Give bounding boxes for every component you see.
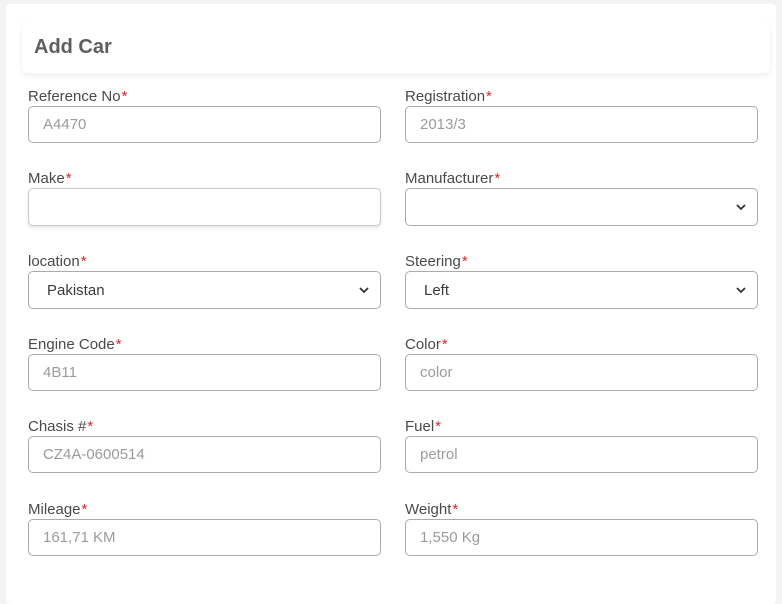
chevron-down-icon <box>736 287 746 294</box>
mileage-label: Mileage* <box>28 501 88 518</box>
reference-no-field: Reference No* A4470 <box>28 87 381 143</box>
color-input[interactable]: color <box>405 354 758 391</box>
weight-placeholder: 1,550 Kg <box>420 529 481 546</box>
reference-no-input[interactable]: A4470 <box>28 106 381 143</box>
location-selected-value: Pakistan <box>47 281 105 299</box>
engine-code-label: Engine Code* <box>28 336 122 353</box>
chasis-placeholder: CZ4A-0600514 <box>43 446 145 463</box>
manufacturer-label: Manufacturer* <box>405 170 501 187</box>
manufacturer-field: Manufacturer* <box>405 169 758 226</box>
chevron-down-icon <box>359 287 369 294</box>
color-label: Color* <box>405 336 448 353</box>
reference-no-label: Reference No* <box>28 88 128 105</box>
engine-code-field: Engine Code* 4B11 <box>28 335 381 391</box>
location-label: location* <box>28 253 87 270</box>
color-placeholder: color <box>420 364 453 381</box>
mileage-field: Mileage* 161,71 KM <box>28 500 381 556</box>
location-field: location* Pakistan <box>28 252 381 309</box>
registration-placeholder: 2013/3 <box>420 116 466 133</box>
weight-field: Weight* 1,550 Kg <box>405 500 758 556</box>
reference-no-placeholder: A4470 <box>43 116 87 133</box>
make-field: Make* <box>28 169 381 226</box>
make-input[interactable] <box>28 188 381 226</box>
chasis-input[interactable]: CZ4A-0600514 <box>28 436 381 473</box>
chevron-down-icon <box>736 204 746 211</box>
chasis-label: Chasis #* <box>28 418 94 435</box>
fuel-field: Fuel* petrol <box>405 417 758 473</box>
steering-select[interactable]: Left <box>405 271 758 309</box>
chasis-field: Chasis #* CZ4A-0600514 <box>28 417 381 473</box>
add-car-form: Reference No* A4470 Registration* 2013/3… <box>28 0 768 600</box>
manufacturer-select[interactable] <box>405 188 758 226</box>
weight-label: Weight* <box>405 501 459 518</box>
mileage-placeholder: 161,71 KM <box>43 529 116 546</box>
color-field: Color* color <box>405 335 758 391</box>
mileage-input[interactable]: 161,71 KM <box>28 519 381 556</box>
registration-field: Registration* 2013/3 <box>405 87 758 143</box>
weight-input[interactable]: 1,550 Kg <box>405 519 758 556</box>
fuel-placeholder: petrol <box>420 446 458 463</box>
steering-label: Steering* <box>405 253 468 270</box>
page: Add Car Reference No* A4470 Registration… <box>0 0 782 604</box>
fuel-label: Fuel* <box>405 418 442 435</box>
make-label: Make* <box>28 170 72 187</box>
registration-input[interactable]: 2013/3 <box>405 106 758 143</box>
engine-code-placeholder: 4B11 <box>43 364 77 381</box>
location-select[interactable]: Pakistan <box>28 271 381 309</box>
registration-label: Registration* <box>405 88 492 105</box>
fuel-input[interactable]: petrol <box>405 436 758 473</box>
steering-selected-value: Left <box>424 281 450 299</box>
steering-field: Steering* Left <box>405 252 758 309</box>
engine-code-input[interactable]: 4B11 <box>28 354 381 391</box>
